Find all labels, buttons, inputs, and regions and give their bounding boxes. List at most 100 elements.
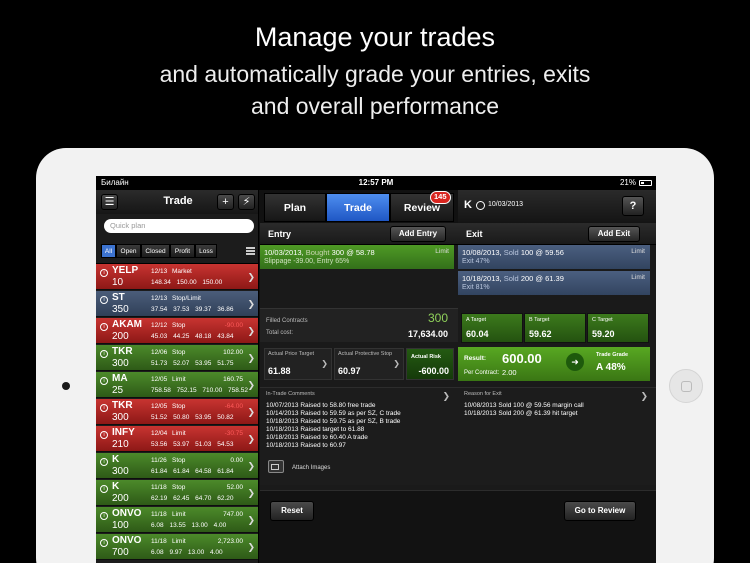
mode-tabs: Plan Trade Review 145: [260, 190, 458, 223]
chevron-right-icon: ❯: [247, 353, 255, 363]
row-symbol: MA: [112, 373, 128, 384]
filter-open[interactable]: Open: [116, 244, 141, 258]
row-quantity: 200: [112, 331, 129, 342]
trade-list-panel: ☰ Trade + ⚡ Quick plan All Open Closed P…: [96, 190, 259, 563]
filled-summary: Filled Contracts 300 Total cost: 17,634.…: [260, 308, 458, 342]
total-cost-value: 17,634.00: [407, 329, 448, 339]
trade-row[interactable]: i MA 25 12/05 Limit 160.75 758.58 752.15 710.0…: [96, 372, 258, 398]
trade-row[interactable]: i YELP 10 12/13 Market 148.34 150.00 150.00 ❯: [96, 264, 258, 290]
row-date: 11/18: [151, 511, 167, 518]
row-date: 12/12: [151, 322, 168, 329]
row-symbol: ONVO: [112, 535, 142, 546]
trade-row[interactable]: i ST 350 12/13 Stop/Limit 37.54 37.53 39.37 3…: [96, 291, 258, 317]
list-options-icon[interactable]: [246, 247, 255, 255]
reason-for-exit[interactable]: Reason for Exit ❯ 10/08/2013 Sold 100 @ …: [458, 387, 656, 485]
actual-protective-stop[interactable]: Actual Protective Stop 60.97 ❯: [334, 348, 404, 380]
attach-images-label[interactable]: Attach Images: [292, 465, 330, 471]
in-trade-comments[interactable]: In-Trade Comments ❯ 10/07/2013 Raised to…: [260, 387, 458, 485]
exit-percent: Exit 81%: [462, 284, 490, 291]
row-profit: -90.00: [224, 322, 243, 329]
trade-row[interactable]: i TKR 300 12/06 Stop 102.00 51.73 52.07 53.95 …: [96, 345, 258, 371]
total-cost-label: Total cost:: [266, 330, 294, 336]
trade-grade-value: A 48%: [596, 362, 626, 373]
clock-icon: [476, 201, 485, 210]
app-store-screenshot: Manage your trades and automatically gra…: [0, 0, 750, 563]
chevron-right-icon: ❯: [640, 391, 648, 401]
info-icon: i: [100, 512, 108, 520]
attach-image-icon[interactable]: [268, 460, 284, 473]
filter-profit[interactable]: Profit: [170, 244, 195, 258]
quick-plan-input[interactable]: Quick plan: [104, 219, 254, 233]
info-icon: i: [100, 323, 108, 331]
chevron-right-icon: ❯: [247, 542, 255, 552]
filter-all[interactable]: All: [101, 244, 116, 258]
entry-section-header: Entry Add Entry: [260, 223, 458, 245]
row-prices: 6.08 9.97 13.00 4.00: [151, 549, 223, 556]
home-button[interactable]: [669, 369, 703, 403]
row-symbol: TKR: [112, 346, 133, 357]
row-profit: 747.00: [223, 511, 243, 518]
status-time: 12:57 PM: [358, 178, 394, 187]
tab-plan[interactable]: Plan: [264, 193, 326, 222]
row-prices: 6.08 13.55 13.00 4.00: [151, 522, 227, 529]
trade-row[interactable]: i AKAM 200 12/12 Stop -90.00 45.03 44.25 48.18…: [96, 318, 258, 344]
row-order-type: Limit: [172, 430, 186, 437]
status-bar: Билайн 12:57 PM 21%: [96, 176, 656, 190]
filter-closed[interactable]: Closed: [141, 244, 170, 258]
arrow-right-icon[interactable]: ➜: [566, 353, 584, 371]
row-quantity: 700: [112, 547, 129, 558]
tab-trade[interactable]: Trade: [326, 193, 390, 222]
add-exit-button[interactable]: Add Exit: [588, 226, 640, 242]
filled-label: Filled Contracts: [266, 318, 308, 324]
trade-row[interactable]: i K 300 11/26 Stop 0.00 61.84 61.84 64.58 61.8…: [96, 453, 258, 479]
row-symbol: AKAM: [112, 319, 142, 330]
row-symbol: YELP: [112, 265, 139, 276]
row-date: 12/06: [151, 349, 168, 356]
go-to-review-button[interactable]: Go to Review: [564, 501, 636, 521]
entry-fill-card[interactable]: 10/03/2013, Bought 300 @ 58.78 Slippage …: [260, 245, 454, 269]
info-icon: i: [100, 377, 108, 385]
quick-action-button[interactable]: ⚡: [238, 194, 255, 210]
trade-row[interactable]: i ONVO 700 11/18 Limit 2,723.00 6.08 9.97 13.0…: [96, 534, 258, 560]
action-footer: Reset Go to Review: [260, 490, 656, 563]
info-icon: i: [100, 404, 108, 412]
exit-order-type: Limit: [631, 274, 645, 281]
filter-loss[interactable]: Loss: [195, 244, 217, 258]
row-symbol: INFY: [112, 427, 135, 438]
actual-price-target[interactable]: Actual Price Target 61.88 ❯: [264, 348, 332, 380]
info-icon: i: [100, 458, 108, 466]
trade-row[interactable]: i K 200 11/18 Stop 52.00 62.19 62.45 64.70 62.…: [96, 480, 258, 506]
exit-percent: Exit 47%: [462, 258, 490, 265]
row-quantity: 100: [112, 520, 129, 531]
battery-icon: [639, 180, 652, 186]
exit-fill-card-2[interactable]: 10/18/2013, Sold 200 @ 61.39 Exit 81% Li…: [458, 271, 650, 295]
ipad-screen: Билайн 12:57 PM 21% ☰ Trade + ⚡ Quick pl…: [96, 176, 656, 563]
row-prices: 37.54 37.53 39.37 36.86: [151, 306, 234, 313]
row-symbol: ONVO: [112, 508, 142, 519]
row-profit: -30.75: [224, 430, 243, 437]
trade-row[interactable]: i TKR 300 12/05 Stop -64.00 51.52 50.80 53.95 …: [96, 399, 258, 425]
exit-fill-card-1[interactable]: 10/08/2013, Sold 100 @ 59.56 Exit 47% Li…: [458, 245, 650, 269]
row-profit: -64.00: [224, 403, 243, 410]
trade-row[interactable]: i ONVO 100 11/18 Limit 747.00 6.08 13.55 13.00…: [96, 507, 258, 533]
add-trade-button[interactable]: +: [217, 194, 234, 210]
exit-order-type: Limit: [631, 248, 645, 255]
help-button[interactable]: ?: [622, 196, 644, 216]
headline-subtitle: and automatically grade your entries, ex…: [0, 58, 750, 122]
reset-button[interactable]: Reset: [270, 501, 314, 521]
chevron-right-icon: ❯: [247, 407, 255, 417]
chevron-right-icon: ❯: [247, 380, 255, 390]
add-entry-button[interactable]: Add Entry: [390, 226, 446, 242]
row-date: 12/04: [151, 430, 168, 437]
camera-dot: [62, 382, 70, 390]
row-quantity: 300: [112, 466, 129, 477]
row-profit: 102.00: [223, 349, 243, 356]
review-count-badge: 145: [430, 191, 451, 204]
row-order-type: Market: [172, 268, 192, 275]
chevron-right-icon: ❯: [247, 272, 255, 282]
info-icon: i: [100, 350, 108, 358]
trade-row[interactable]: i INFY 210 12/04 Limit -30.75 53.56 53.97 51.0…: [96, 426, 258, 452]
chevron-right-icon: ❯: [393, 359, 400, 368]
info-icon: i: [100, 485, 108, 493]
menu-button[interactable]: ☰: [101, 194, 118, 210]
